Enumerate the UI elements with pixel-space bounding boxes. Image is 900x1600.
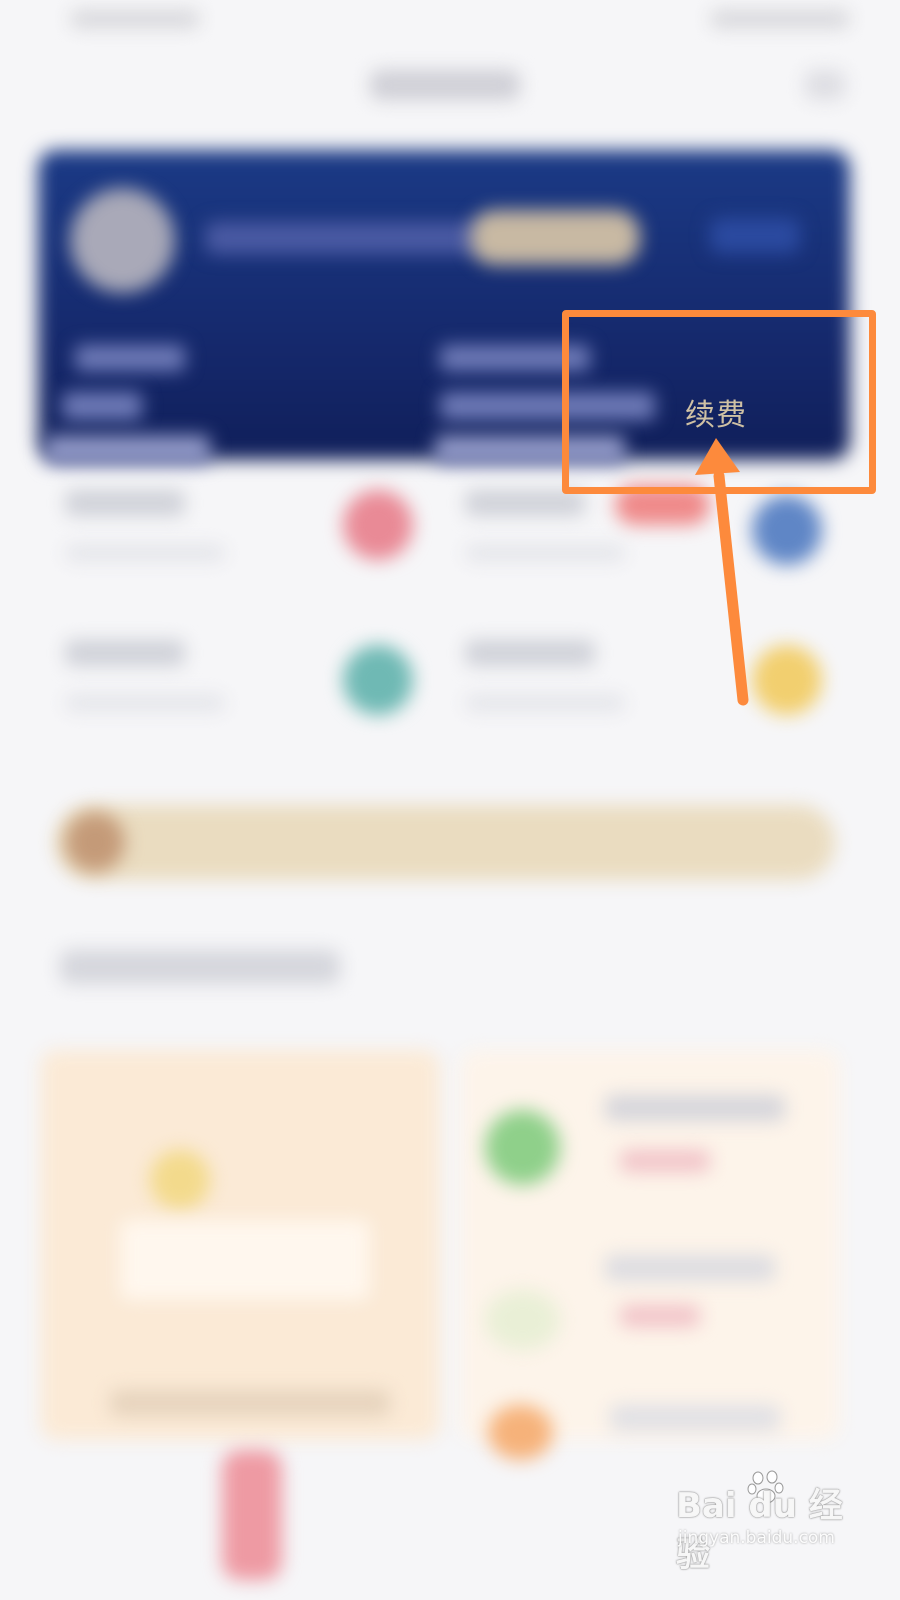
member-name <box>205 222 485 254</box>
service-red-icon[interactable] <box>343 490 413 560</box>
card-meta-label <box>75 345 185 371</box>
card-footer-left <box>45 435 210 465</box>
service-desc-1 <box>65 545 225 561</box>
service-blue-icon[interactable] <box>752 495 822 565</box>
bottom-red-block <box>222 1450 282 1580</box>
status-icons <box>710 10 850 28</box>
promo-left-icon <box>150 1150 210 1210</box>
section-title <box>60 950 340 984</box>
promo-right-title-3 <box>610 1405 780 1431</box>
member-level-badge <box>470 210 640 265</box>
promo-left-caption <box>110 1390 390 1416</box>
promo-right-icon-1 <box>485 1110 560 1185</box>
promo-banner[interactable] <box>55 805 835 880</box>
promo-right-price-1 <box>620 1150 710 1172</box>
service-desc-4 <box>465 695 625 711</box>
more-icon[interactable] <box>805 70 845 100</box>
avatar[interactable] <box>70 188 175 293</box>
service-desc-2 <box>465 545 625 561</box>
status-time <box>70 10 200 28</box>
service-teal-icon[interactable] <box>343 645 413 715</box>
page-title <box>370 70 520 100</box>
service-desc-3 <box>65 695 225 711</box>
service-title-1 <box>65 490 185 516</box>
card-corner-label <box>710 218 800 253</box>
banner-icon <box>65 812 125 872</box>
promo-right-icon-3 <box>488 1405 553 1460</box>
watermark-domain: jingyan.baidu.com <box>678 1528 835 1548</box>
service-title-3 <box>65 640 185 666</box>
service-title-4 <box>465 640 595 666</box>
promo-right-title-2 <box>605 1255 775 1281</box>
baidu-jingyan-watermark: Bai du 经验 jingyan.baidu.com <box>676 1470 876 1575</box>
card-meta-value <box>62 392 142 420</box>
status-bar <box>0 0 900 50</box>
promo-left-graphic <box>120 1220 370 1300</box>
promo-right-title-1 <box>605 1095 785 1121</box>
promo-right-icon-2 <box>485 1290 560 1350</box>
promo-right-price-2 <box>620 1305 700 1327</box>
service-yellow-icon[interactable] <box>752 645 822 715</box>
watermark-brand: Bai du 经验 <box>676 1486 843 1575</box>
annotation-highlight-box <box>562 310 876 494</box>
